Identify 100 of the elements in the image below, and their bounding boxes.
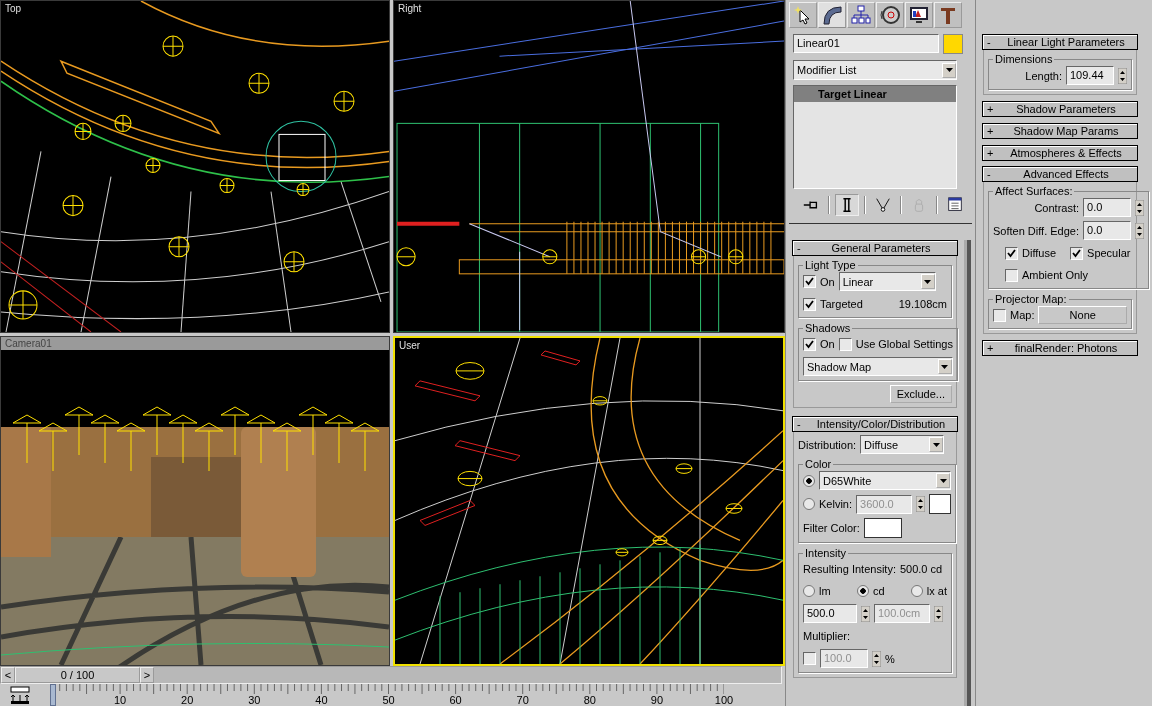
dropdown-arrow-icon <box>932 442 940 447</box>
rollout-header[interactable]: - General Parameters <box>792 240 958 256</box>
hierarchy-icon <box>851 5 871 25</box>
dropdown-arrow-icon <box>945 68 953 72</box>
light-type-dropdown[interactable]: Linear <box>838 272 936 291</box>
stack-item[interactable]: Target Linear <box>794 86 956 102</box>
frame-marker[interactable] <box>50 684 56 706</box>
frame-number: 90 <box>650 694 663 706</box>
frame-number: 100 <box>714 694 734 706</box>
soften-label: Soften Diff. Edge: <box>993 224 1080 237</box>
radio-button[interactable]: lx at <box>910 585 947 597</box>
color-swatch[interactable] <box>929 494 952 514</box>
rollout-header[interactable]: + finalRender: Photons <box>982 340 1138 356</box>
rollout-header[interactable]: - Advanced Effects <box>982 166 1138 182</box>
viewport[interactable]: Camera01 <box>0 336 390 666</box>
check-icon <box>805 339 814 349</box>
resulting-intensity-value: 500.0 cd <box>899 563 943 575</box>
frame-number: 80 <box>583 694 596 706</box>
viewport[interactable]: User <box>393 336 785 666</box>
rollout-header[interactable]: + Shadow Parameters <box>982 101 1138 117</box>
color-preset-dropdown[interactable]: D65White <box>819 471 952 490</box>
radio-button[interactable]: cd <box>856 585 885 597</box>
viewport-label[interactable]: Camera01 <box>1 337 389 350</box>
spinner-icon[interactable] <box>934 605 943 622</box>
track-bar-icon[interactable] <box>8 685 32 705</box>
spinner-icon[interactable] <box>861 605 870 622</box>
group-caption: Intensity <box>804 547 847 559</box>
viewport[interactable]: Top <box>0 0 390 333</box>
object-name-field[interactable]: Linear01 <box>793 34 939 53</box>
rollout-header[interactable]: + Atmospheres & Effects <box>982 145 1138 161</box>
distribution-label: Distribution: <box>798 438 857 451</box>
spinner-icon[interactable] <box>1135 199 1145 216</box>
spinner-icon[interactable] <box>916 496 926 512</box>
resulting-intensity-label: Resulting Intensity: <box>803 563 896 575</box>
distribution-dropdown[interactable]: Diffuse <box>860 435 945 454</box>
dropdown-arrow-icon <box>924 279 932 284</box>
rollout-header[interactable]: - Linear Light Parameters <box>982 34 1138 50</box>
checkbox[interactable]: On <box>803 337 835 351</box>
check-icon <box>805 299 814 309</box>
checkbox[interactable]: Map: <box>993 308 1035 322</box>
panel-tab[interactable] <box>876 2 904 28</box>
filter-color-label: Filter Color: <box>803 522 860 534</box>
time-slider-track[interactable]: < 0 / 100 > <box>0 666 782 684</box>
viewport-label[interactable]: User <box>399 340 421 351</box>
length-field[interactable]: 109.44 <box>1066 66 1114 85</box>
group-caption: Shadows <box>804 322 852 334</box>
stack-tool-button[interactable] <box>835 194 859 216</box>
dropdown-arrow-icon <box>939 478 947 483</box>
next-frame-button[interactable]: > <box>140 667 154 683</box>
grid-icon <box>946 196 964 214</box>
time-slider-thumb[interactable]: 0 / 100 <box>15 667 140 683</box>
previous-frame-button[interactable]: < <box>1 667 15 683</box>
check-icon <box>1072 248 1082 258</box>
viewport[interactable]: Right <box>393 0 785 333</box>
length-label: Length: <box>1025 69 1062 82</box>
checkbox[interactable]: Ambient Only <box>1005 268 1089 282</box>
spinner-icon[interactable] <box>1135 222 1145 239</box>
panel-tab[interactable] <box>789 2 817 28</box>
frame-number: 40 <box>315 694 328 706</box>
checkbox[interactable]: Use Global Settings <box>838 337 953 351</box>
scroll-bar[interactable] <box>964 240 971 706</box>
frame-number: 20 <box>181 694 194 706</box>
object-color-swatch[interactable] <box>943 34 963 54</box>
monitor-icon <box>909 5 929 25</box>
intensity-field[interactable]: 500.0 <box>803 604 857 623</box>
projector-map-button[interactable]: None <box>1038 306 1127 324</box>
exclude-button[interactable]: Exclude... <box>889 385 952 403</box>
frame-number: 30 <box>248 694 261 706</box>
multiplier-label: Multiplier: <box>803 630 851 642</box>
color-swatch[interactable] <box>863 518 902 538</box>
rollout-header[interactable]: - Intensity/Color/Distribution <box>792 416 958 432</box>
spinner-icon[interactable] <box>872 650 881 667</box>
spinner-icon[interactable] <box>1118 67 1127 84</box>
group-caption: Projector Map: <box>994 293 1068 305</box>
unit-label: % <box>885 652 895 665</box>
target-distance: 19.108cm <box>898 298 947 310</box>
checkbox[interactable]: Diffuse <box>1005 246 1057 260</box>
rollout-header[interactable]: + Shadow Map Params <box>982 123 1138 139</box>
frame-number: 50 <box>382 694 395 706</box>
fork-icon <box>874 196 892 214</box>
panel-tab[interactable] <box>934 2 962 28</box>
arc-icon <box>822 5 842 25</box>
modifier-list-dropdown[interactable]: Modifier List <box>793 60 957 80</box>
group-caption: Color <box>804 458 833 470</box>
soften-field[interactable]: 0.0 <box>1083 221 1132 240</box>
shadow-type-dropdown[interactable]: Shadow Map <box>803 357 953 376</box>
panel-tab[interactable] <box>905 2 933 28</box>
panel-tab[interactable] <box>818 2 846 28</box>
checkbox[interactable]: Targeted <box>803 297 863 311</box>
viewport-label[interactable]: Right <box>398 3 422 14</box>
viewport-label[interactable]: Top <box>5 3 22 14</box>
group-caption: Dimensions <box>994 53 1054 65</box>
check-icon <box>805 277 814 286</box>
radio-button[interactable] <box>803 474 815 487</box>
contrast-field[interactable]: 0.0 <box>1083 198 1132 217</box>
checkbox[interactable]: Specular <box>1070 246 1131 260</box>
contrast-label: Contrast: <box>1034 201 1080 214</box>
checkbox[interactable]: On <box>803 275 835 288</box>
group-caption: Light Type <box>804 259 857 271</box>
radio-button[interactable]: lm <box>803 585 831 597</box>
